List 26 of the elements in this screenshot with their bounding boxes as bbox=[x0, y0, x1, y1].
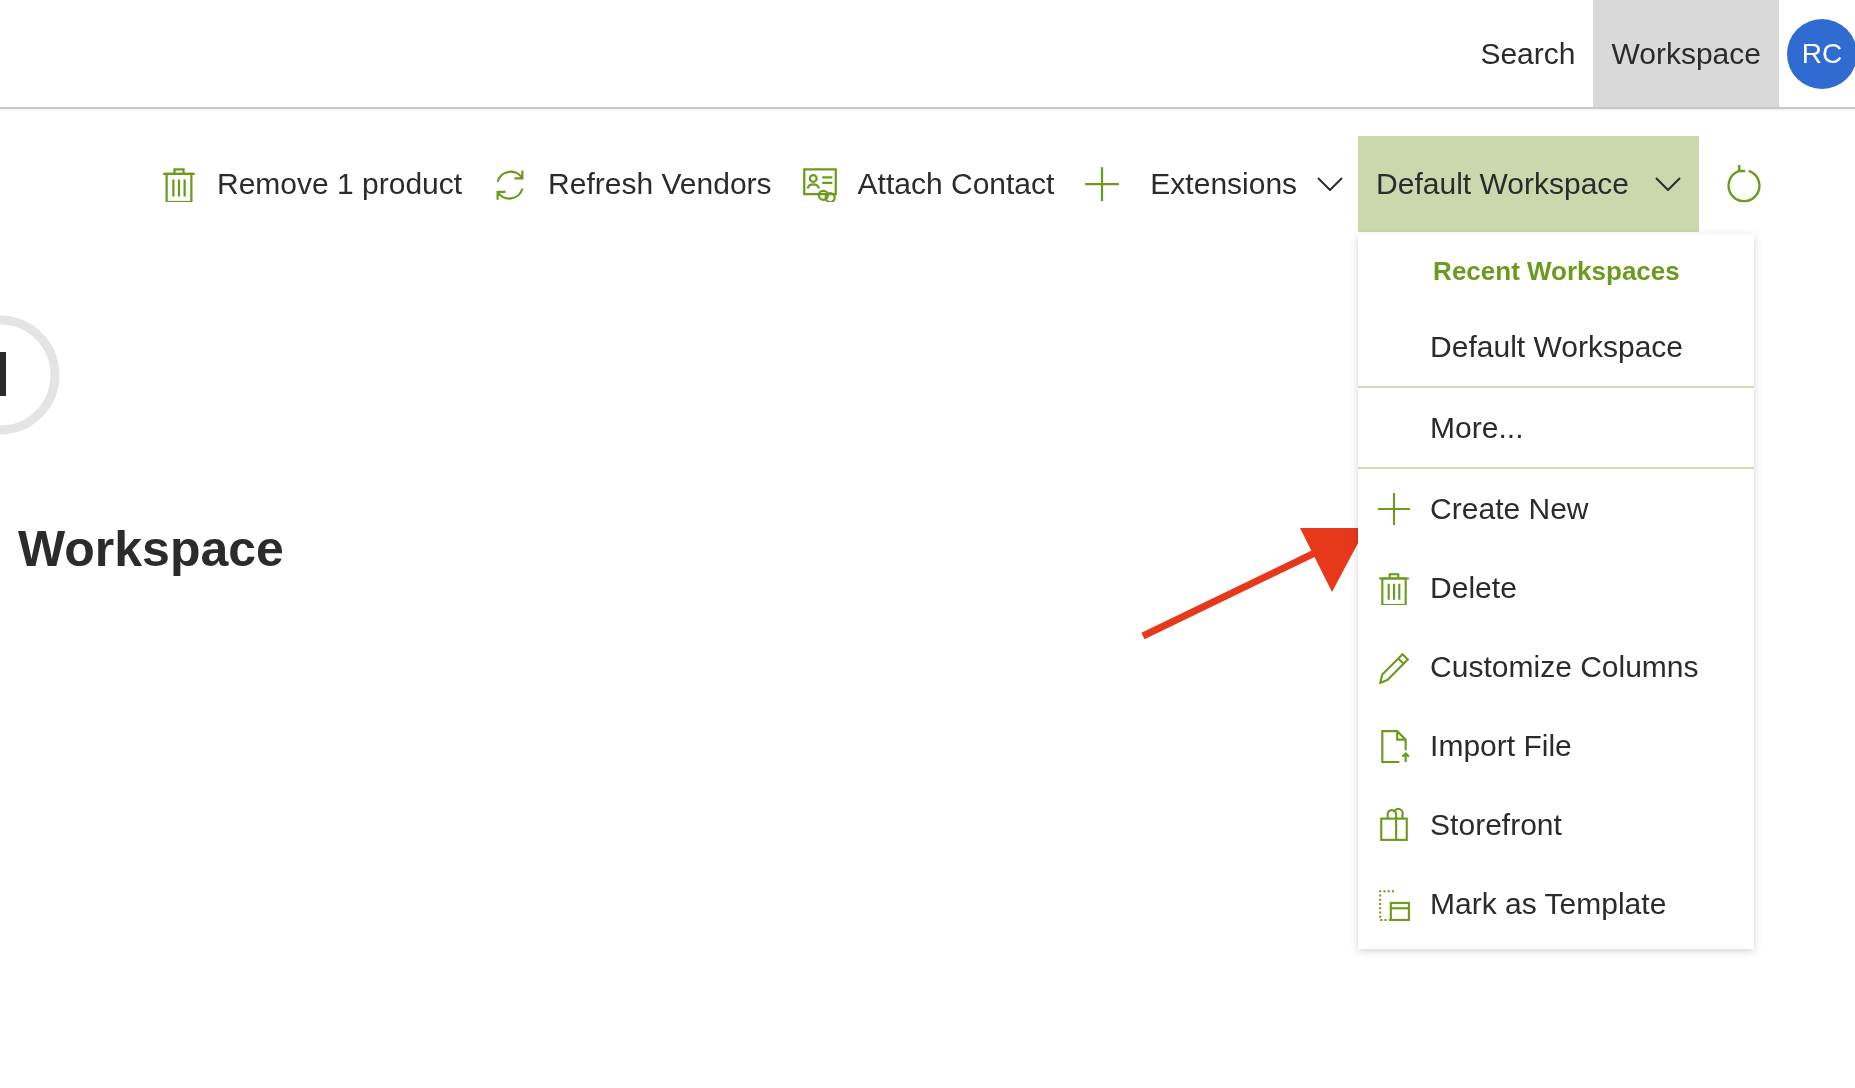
chevron-down-icon bbox=[1655, 177, 1681, 191]
contact-card-icon bbox=[801, 166, 838, 202]
toolbar-button[interactable]: Attach Contact bbox=[786, 136, 1070, 232]
dropdown-button[interactable]: Extensions bbox=[1135, 136, 1359, 232]
toolbar-button[interactable]: Remove 1 product bbox=[145, 136, 478, 232]
chevron-down-icon bbox=[1317, 177, 1344, 191]
menu-item[interactable]: Mark as Template bbox=[1358, 864, 1755, 943]
plus-icon bbox=[1084, 166, 1121, 202]
menu-item[interactable]: Delete bbox=[1358, 548, 1755, 627]
workspace-dropdown[interactable]: Default Workspace bbox=[1358, 136, 1699, 232]
trash-icon bbox=[1377, 570, 1412, 605]
menu-item[interactable]: Storefront bbox=[1358, 785, 1755, 864]
user-avatar[interactable]: RC bbox=[1787, 18, 1855, 89]
menu-item[interactable]: Import File bbox=[1358, 706, 1755, 785]
menu-item[interactable]: More... bbox=[1358, 388, 1755, 467]
menu-item[interactable]: Create New bbox=[1358, 469, 1755, 548]
nav-tab[interactable]: Workspace bbox=[1593, 0, 1779, 107]
nav-tab[interactable]: Search bbox=[1462, 0, 1594, 107]
toolbar-button[interactable]: Refresh Vendors bbox=[477, 136, 787, 232]
trash-icon bbox=[160, 166, 197, 202]
menu-item[interactable]: Default Workspace bbox=[1358, 307, 1755, 386]
reload-icon bbox=[1725, 165, 1763, 203]
menu-item[interactable]: Customize Columns bbox=[1358, 627, 1755, 706]
menu-heading: Recent Workspaces bbox=[1432, 255, 1681, 288]
page-heading: Workspace bbox=[18, 520, 284, 578]
plus-icon bbox=[1377, 491, 1412, 526]
